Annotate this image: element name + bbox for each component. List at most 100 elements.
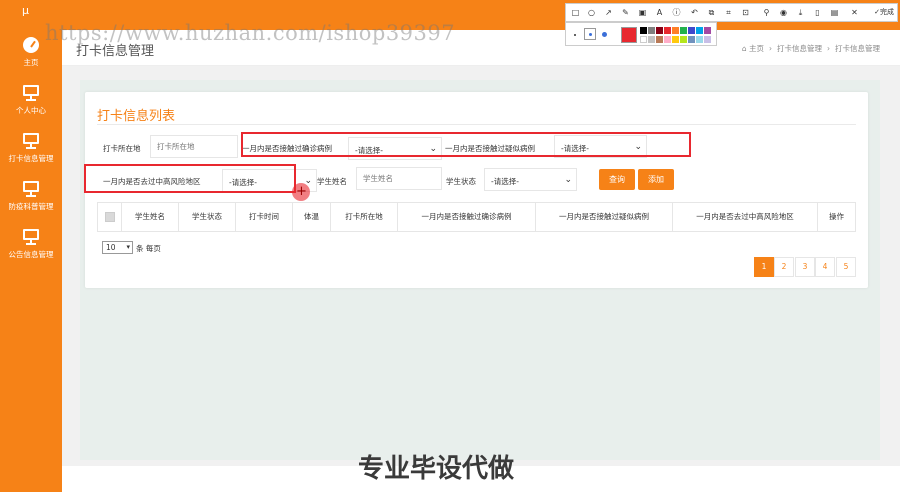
crop-icon[interactable]: ⌗ [722, 6, 735, 19]
monitor-icon [22, 133, 40, 149]
monitor-icon [22, 181, 40, 197]
student-status-select[interactable]: -请选择- ⌄ [484, 168, 577, 191]
pushpin-icon[interactable]: ⚲ [760, 6, 773, 19]
sidebar-item-profile[interactable]: 个人中心 [0, 85, 62, 129]
download-icon[interactable]: ⤓ [794, 6, 807, 19]
undo-icon[interactable]: ↶ [688, 6, 701, 19]
chevron-down-icon: ⌄ [564, 175, 572, 185]
color-palette [565, 22, 717, 46]
sidebar-item-label: 个人中心 [16, 106, 46, 115]
color-swatch[interactable] [664, 36, 671, 43]
page-button-5[interactable]: 5 [836, 257, 856, 277]
size-large-dot[interactable] [602, 32, 607, 37]
sidebar-item-checkin[interactable]: 打卡信息管理 [0, 133, 62, 177]
page-size-value: 10 [106, 243, 116, 252]
color-swatch[interactable] [688, 36, 695, 43]
highlight-box-contact [241, 132, 691, 157]
page-button-4[interactable]: 4 [815, 257, 835, 277]
column-header[interactable]: 学生姓名 [122, 203, 179, 231]
search-button[interactable]: 查询 [599, 169, 635, 190]
column-header[interactable]: 打卡所在地 [331, 203, 398, 231]
sidebar: µ 主页 个人中心 打卡信息管理 防疫科普管理 公告信息管理 [0, 0, 62, 492]
breadcrumb-home[interactable]: 主页 [749, 44, 764, 53]
page-size-select[interactable]: 10 ▾ [102, 241, 133, 254]
rectangle-tool-icon[interactable]: □ [569, 6, 582, 19]
pen-tool-icon[interactable]: ✎ [619, 6, 632, 19]
color-swatch[interactable] [696, 36, 703, 43]
breadcrumb-current: 打卡信息管理 [835, 44, 880, 53]
add-button[interactable]: 添加 [638, 169, 674, 190]
location-label: 打卡所在地 [103, 144, 141, 153]
column-header[interactable]: 体温 [293, 203, 331, 231]
size-medium-dot[interactable] [584, 28, 596, 40]
watermark-url: https://www.huzhan.com/ishop39397 [45, 21, 456, 45]
color-swatch[interactable] [648, 36, 655, 43]
color-swatch[interactable] [656, 27, 663, 34]
color-swatch[interactable] [680, 36, 687, 43]
chevron-down-icon: ▾ [126, 243, 130, 251]
crosshair-cursor-icon [292, 183, 310, 201]
select-all-cell[interactable] [98, 203, 122, 231]
sidebar-item-label: 公告信息管理 [8, 250, 54, 259]
snip-toolbar: □ ○ ↗ ✎ ▣ A ⓘ ↶ ⧉ ⌗ ⊡ ⚲ ◉ ⤓ ▯ ▤ ✕ ✓完成 [565, 3, 898, 22]
watermark-bottom: 专业毕设代做 [358, 454, 515, 484]
marker-tool-icon[interactable]: ⓘ [670, 6, 683, 19]
color-swatch[interactable] [696, 27, 703, 34]
ellipse-tool-icon[interactable]: ○ [585, 6, 598, 19]
divider [97, 124, 856, 125]
page-button-3[interactable]: 3 [795, 257, 815, 277]
home-icon: ⌂ [741, 44, 749, 53]
app-logo: µ [22, 4, 29, 17]
column-header: 操作 [829, 212, 844, 221]
column-header[interactable]: 打卡时间 [236, 203, 293, 231]
done-label: 完成 [880, 8, 894, 16]
student-status-label: 学生状态 [446, 177, 476, 186]
monitor-icon [22, 85, 40, 101]
color-swatch[interactable] [672, 27, 679, 34]
select-all-checkbox[interactable] [105, 212, 115, 222]
sidebar-item-label: 主页 [23, 58, 39, 67]
mosaic-tool-icon[interactable]: ▣ [636, 6, 649, 19]
column-header[interactable]: 一月内是否去过中高风险地区 [673, 203, 818, 231]
current-color-swatch[interactable] [621, 27, 637, 43]
color-swatch[interactable] [640, 27, 647, 34]
save-icon[interactable]: ▤ [828, 6, 841, 19]
student-name-label: 学生姓名 [317, 177, 347, 186]
card-title: 打卡信息列表 [97, 109, 176, 124]
sidebar-item-prevention[interactable]: 防疫科普管理 [0, 181, 62, 225]
color-swatch[interactable] [704, 27, 711, 34]
color-swatch[interactable] [688, 27, 695, 34]
sidebar-item-label: 防疫科普管理 [8, 202, 54, 211]
color-swatch[interactable] [640, 36, 647, 43]
done-button[interactable]: ✓完成 [874, 6, 894, 19]
color-swatch[interactable] [704, 36, 711, 43]
color-swatch[interactable] [664, 27, 671, 34]
pin-icon[interactable]: ⧉ [705, 6, 718, 19]
close-icon[interactable]: ✕ [848, 6, 861, 19]
record-icon[interactable]: ◉ [777, 6, 790, 19]
page-button-1[interactable]: 1 [754, 257, 774, 277]
highlight-box-risk [84, 164, 296, 193]
color-swatch[interactable] [656, 36, 663, 43]
text-tool-icon[interactable]: A [653, 6, 666, 19]
color-swatch[interactable] [672, 36, 679, 43]
page-size-label: 条 每页 [136, 244, 161, 253]
sidebar-item-label: 打卡信息管理 [8, 154, 54, 163]
arrow-tool-icon[interactable]: ↗ [602, 6, 615, 19]
student-name-input[interactable] [356, 167, 442, 190]
select-value: -请选择- [491, 177, 519, 186]
monitor-icon [22, 229, 40, 245]
column-header[interactable]: 一月内是否接触过疑似病例 [536, 203, 673, 231]
column-header[interactable]: 学生状态 [179, 203, 236, 231]
color-swatch[interactable] [680, 27, 687, 34]
dashboard-icon [22, 37, 40, 53]
sidebar-item-notice[interactable]: 公告信息管理 [0, 229, 62, 273]
breadcrumb-section[interactable]: 打卡信息管理 [777, 44, 822, 53]
column-header[interactable]: 一月内是否接触过确诊病例 [398, 203, 536, 231]
page-button-2[interactable]: 2 [774, 257, 794, 277]
copy-icon[interactable]: ▯ [811, 6, 824, 19]
color-swatch[interactable] [648, 27, 655, 34]
scan-icon[interactable]: ⊡ [739, 6, 752, 19]
location-input[interactable] [150, 135, 238, 158]
size-small-dot[interactable] [574, 34, 576, 36]
